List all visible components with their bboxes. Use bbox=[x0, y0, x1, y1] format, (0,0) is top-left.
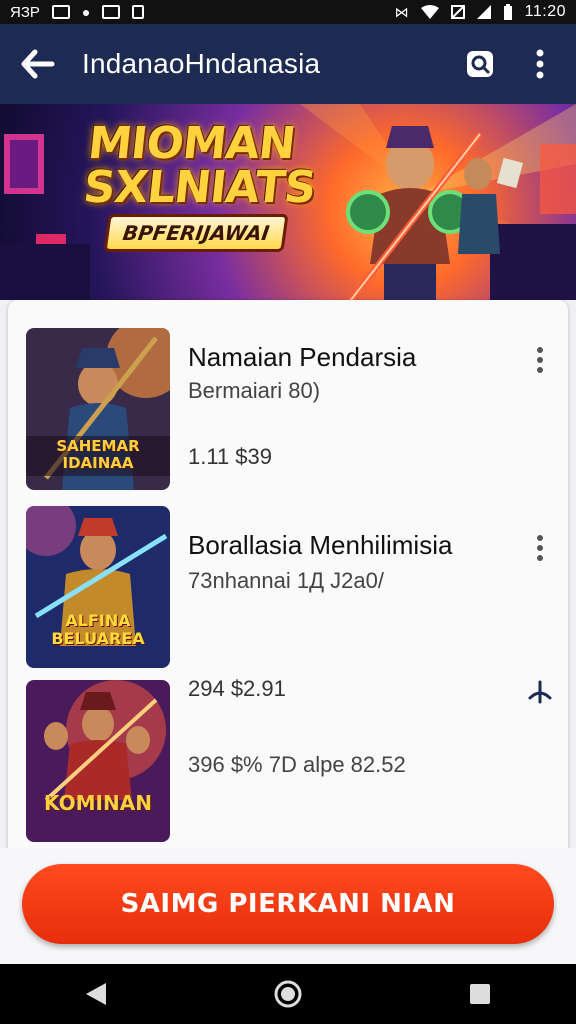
nav-back-button[interactable] bbox=[66, 969, 126, 1019]
game-list: SAHEMAR IDAINAA Namaian Pendarsia Bermai… bbox=[8, 300, 568, 848]
search-button[interactable] bbox=[458, 42, 502, 86]
bottom-action-area: SAIMG PIERKANI NIAN bbox=[0, 848, 576, 964]
game-meta: 294 $2.91 bbox=[188, 676, 286, 701]
hero-title: MIOMAN SXLNIATS bbox=[81, 118, 321, 213]
nav-recents-button[interactable] bbox=[450, 969, 510, 1019]
nav-home-button[interactable] bbox=[258, 969, 318, 1019]
bluetooth-icon: ⋈ bbox=[394, 3, 409, 20]
thumbnail-text: KOMINAN bbox=[44, 791, 152, 815]
status-bar: ЯЗP ● ⋈ 11:20 bbox=[0, 0, 576, 24]
status-right: ⋈ 11:20 bbox=[395, 3, 566, 21]
game-thumbnail: SAHEMAR IDAINAA bbox=[26, 328, 170, 490]
android-icon: ● bbox=[81, 4, 91, 20]
download-icon bbox=[528, 680, 552, 704]
search-icon bbox=[467, 51, 493, 77]
sim-icon bbox=[132, 5, 145, 19]
primary-action-button[interactable]: SAIMG PIERKANI NIAN bbox=[22, 864, 554, 944]
hero-title-line1: MIOMAN bbox=[85, 118, 298, 169]
game-thumbnail: KOMINAN bbox=[26, 680, 170, 842]
thumbnail-text: ALFINA BELUAREA bbox=[51, 611, 145, 648]
game-title: Borallasia Menhilimisia bbox=[188, 530, 453, 560]
triangle-back-icon bbox=[86, 983, 106, 1005]
more-vertical-icon bbox=[537, 535, 543, 561]
notification-icon bbox=[51, 5, 70, 19]
more-vertical-icon bbox=[536, 49, 544, 79]
list-item[interactable]: ALFINA BELUAREA Borallasia Menhilimisia … bbox=[8, 478, 568, 668]
carrier-text: ЯЗP bbox=[10, 3, 40, 21]
square-recents-icon bbox=[470, 984, 490, 1004]
wifi-icon bbox=[420, 5, 439, 19]
message-icon bbox=[102, 5, 121, 19]
status-left: ЯЗP ● bbox=[10, 3, 145, 21]
list-item[interactable]: KOMINAN 294 $2.91 396 $% 7D alpe 82.52 bbox=[8, 652, 568, 848]
signal-icon bbox=[476, 5, 491, 19]
circle-home-icon bbox=[274, 980, 302, 1008]
battery-icon bbox=[503, 4, 512, 20]
hero-banner[interactable]: MIOMAN SXLNIATS BPFERIJAWAI bbox=[0, 104, 576, 300]
more-vertical-icon bbox=[537, 347, 543, 373]
item-more-button[interactable] bbox=[526, 528, 554, 568]
game-meta: 1.11 $39 bbox=[188, 444, 273, 469]
game-thumbnail: ALFINA BELUAREA bbox=[26, 506, 170, 668]
download-button[interactable] bbox=[526, 672, 554, 712]
app-title: IndanaoHndanasia bbox=[82, 48, 321, 79]
arrow-left-icon bbox=[21, 49, 55, 79]
status-time: 11:20 bbox=[524, 3, 566, 20]
item-more-button[interactable] bbox=[526, 340, 554, 380]
list-item[interactable]: SAHEMAR IDAINAA Namaian Pendarsia Bermai… bbox=[8, 300, 568, 490]
system-nav-bar bbox=[0, 964, 576, 1024]
hero-title-line2: SXLNIATS bbox=[81, 162, 318, 213]
more-options-button[interactable] bbox=[518, 42, 562, 86]
game-subtitle: 396 $% 7D alpe 82.52 bbox=[188, 752, 406, 777]
game-subtitle: 73nhannai 1Д J2a0/ bbox=[188, 568, 384, 593]
hero-badge: BPFERIJAWAI bbox=[103, 214, 289, 252]
thumbnail-text: SAHEMAR IDAINAA bbox=[56, 437, 140, 472]
app-bar: IndanaoHndanasia bbox=[0, 24, 576, 104]
game-title: Namaian Pendarsia bbox=[188, 342, 417, 372]
back-button[interactable] bbox=[14, 40, 62, 88]
game-subtitle: Bermaiari 80) bbox=[188, 378, 321, 403]
no-sim-icon bbox=[450, 5, 465, 19]
